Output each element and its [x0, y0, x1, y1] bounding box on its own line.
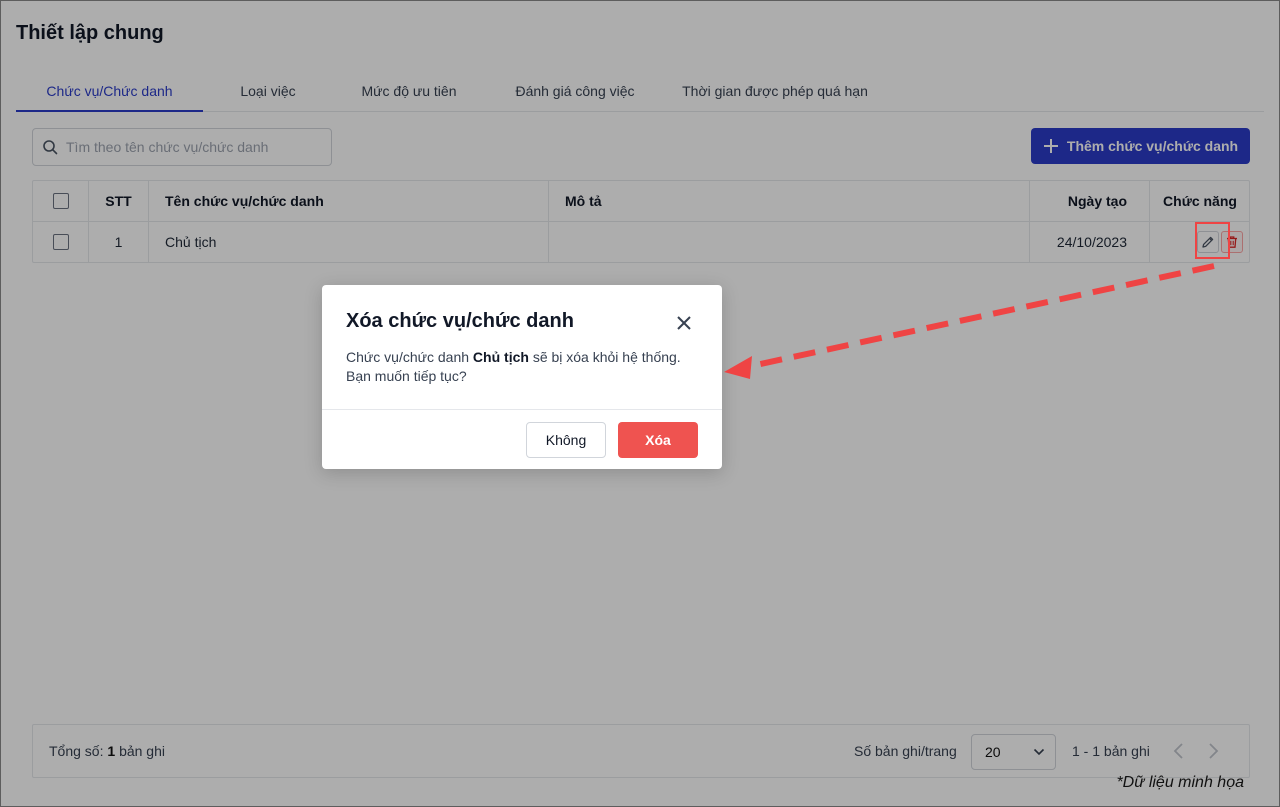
watermark: *Dữ liệu minh họa [1116, 774, 1244, 791]
dialog-divider [322, 409, 722, 410]
delete-confirm-dialog: Xóa chức vụ/chức danh Chức vụ/chức danh … [322, 285, 722, 469]
dialog-message: Chức vụ/chức danh Chủ tịch sẽ bị xóa khỏ… [346, 348, 698, 386]
message-prefix: Chức vụ/chức danh [346, 349, 470, 365]
confirm-delete-button[interactable]: Xóa [618, 422, 698, 458]
close-icon[interactable] [674, 313, 694, 333]
message-position-name: Chủ tịch [472, 349, 529, 365]
delete-button-highlight [1195, 222, 1230, 259]
cancel-button[interactable]: Không [526, 422, 606, 458]
message-suffix: sẽ bị xóa khỏi hệ thống. [532, 349, 681, 365]
dialog-title: Xóa chức vụ/chức danh [346, 310, 574, 332]
message-question: Bạn muốn tiếp tục? [346, 368, 467, 384]
